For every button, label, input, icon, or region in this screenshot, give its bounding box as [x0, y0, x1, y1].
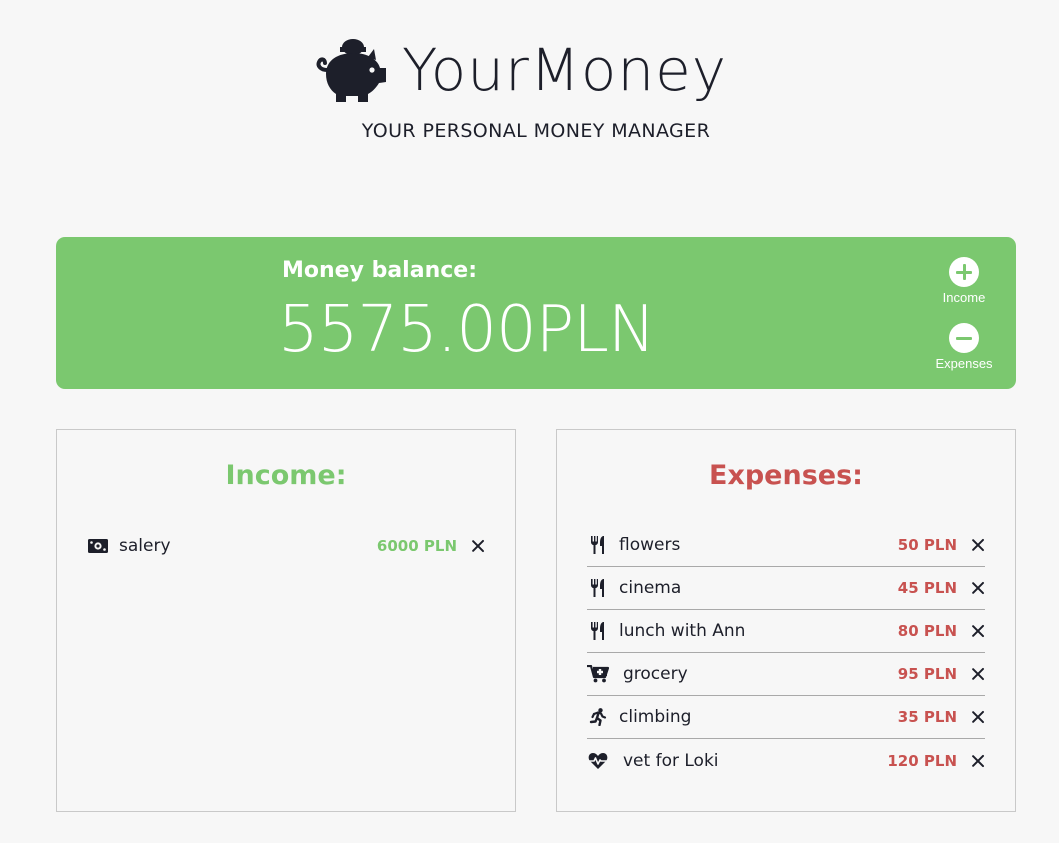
minus-circle-icon — [949, 323, 979, 353]
utensils-icon — [587, 621, 609, 641]
item-name: lunch with Ann — [619, 621, 746, 641]
expense-item: grocery 95 PLN — [587, 653, 985, 696]
item-name: cinema — [619, 578, 682, 598]
expense-item: vet for Loki 120 PLN — [587, 739, 985, 782]
expense-item: lunch with Ann 80 PLN — [587, 610, 985, 653]
item-amount: 80 PLN — [897, 622, 957, 640]
utensils-icon — [587, 535, 609, 555]
money-bill-icon — [87, 536, 109, 556]
item-name: vet for Loki — [623, 750, 719, 771]
income-list: salery 6000 PLN — [87, 524, 485, 567]
add-income-button[interactable]: Income — [924, 257, 1004, 305]
remove-item-button[interactable] — [971, 754, 985, 768]
add-expense-button[interactable]: Expenses — [924, 323, 1004, 371]
add-expense-label: Expenses — [935, 356, 993, 371]
cart-plus-icon — [587, 664, 609, 684]
expense-item: flowers 50 PLN — [587, 524, 985, 567]
item-name: grocery — [623, 664, 688, 684]
remove-item-button[interactable] — [971, 538, 985, 552]
heartbeat-icon — [587, 751, 609, 771]
expense-item: climbing 35 PLN — [587, 696, 985, 739]
item-amount: 45 PLN — [897, 579, 957, 597]
piggy-bank-icon — [316, 39, 386, 102]
item-amount: 50 PLN — [897, 536, 957, 554]
running-icon — [587, 707, 609, 727]
balance-label: Money balance: — [282, 258, 477, 283]
remove-item-button[interactable] — [971, 581, 985, 595]
item-amount: 120 PLN — [887, 751, 957, 770]
item-name: climbing — [619, 707, 692, 727]
income-title: Income: — [225, 460, 347, 491]
balance-card: Money balance: 5575.00PLN Income Expense… — [56, 237, 1016, 389]
expenses-panel: Expenses: flowers 50 PLN cinema 45 PLN l… — [556, 429, 1016, 812]
item-amount: 6000 PLN — [376, 536, 457, 555]
expense-item: cinema 45 PLN — [587, 567, 985, 610]
remove-item-button[interactable] — [471, 539, 485, 553]
tagline: YOUR PERSONAL MONEY MANAGER — [361, 120, 711, 142]
logo: YourMoney — [312, 34, 727, 106]
expenses-list: flowers 50 PLN cinema 45 PLN lunch with … — [587, 524, 985, 782]
remove-item-button[interactable] — [971, 624, 985, 638]
app-header: YourMoney YOUR PERSONAL MONEY MANAGER — [0, 0, 1059, 160]
utensils-icon — [587, 578, 609, 598]
add-income-label: Income — [942, 290, 986, 305]
income-item: salery 6000 PLN — [87, 524, 485, 567]
remove-item-button[interactable] — [971, 667, 985, 681]
app-title: YourMoney — [402, 36, 728, 104]
item-name: salery — [119, 535, 171, 556]
expenses-title: Expenses: — [709, 460, 863, 491]
income-panel: Income: salery 6000 PLN — [56, 429, 516, 812]
item-name: flowers — [619, 535, 681, 555]
plus-circle-icon — [949, 257, 979, 287]
remove-item-button[interactable] — [971, 710, 985, 724]
item-amount: 35 PLN — [897, 708, 957, 726]
item-amount: 95 PLN — [897, 665, 957, 683]
balance-value: 5575.00PLN — [278, 293, 656, 367]
